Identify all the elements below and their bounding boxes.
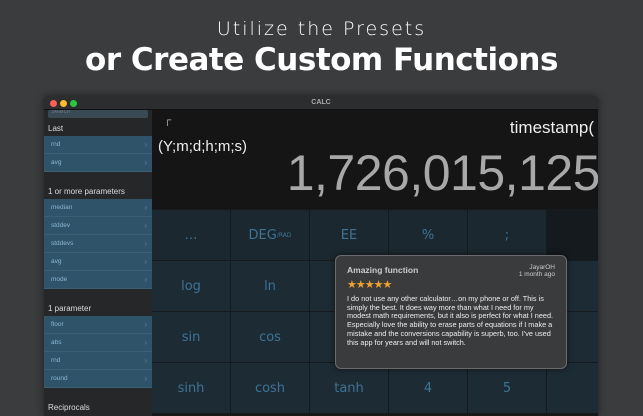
chevron-right-icon: ›	[144, 356, 147, 365]
keypad-row: sinh cosh tanh 4 5 6	[152, 362, 598, 413]
sidebar-item-label: rnd	[51, 357, 61, 364]
sidebar-item-stddev[interactable]: stddev ›	[44, 217, 152, 235]
sidebar-item-floor[interactable]: floor ›	[44, 316, 152, 334]
backspace-key[interactable]	[547, 210, 598, 260]
chevron-right-icon: ›	[144, 275, 147, 284]
sidebar-item-median[interactable]: median ›	[44, 199, 152, 217]
key-sin[interactable]: sin	[152, 312, 231, 362]
sidebar-section-header: Reciprocals	[48, 403, 90, 412]
sidebar-item-label: floor	[51, 321, 64, 328]
chevron-right-icon: ›	[144, 221, 147, 230]
chevron-right-icon: ›	[144, 239, 147, 248]
key-ln[interactable]: ln	[231, 261, 310, 311]
key-;[interactable]: ;	[468, 210, 547, 260]
bracket-marker: ┌	[164, 115, 172, 126]
review-card: Amazing function JayarOH 1 month ago ★★★…	[335, 255, 567, 369]
sidebar-item-label: stddev	[51, 222, 71, 229]
key-log[interactable]: log	[152, 261, 231, 311]
sidebar-item-round[interactable]: round ›	[44, 370, 152, 388]
sidebar-item-label: abs	[51, 339, 62, 346]
sidebar-item-mode[interactable]: mode ›	[44, 271, 152, 289]
chevron-right-icon: ›	[144, 140, 147, 149]
key-cos[interactable]: cos	[231, 312, 310, 362]
key-cosh[interactable]: cosh	[231, 363, 310, 413]
star-rating: ★★★★★	[347, 279, 392, 291]
key-tanh[interactable]: tanh	[310, 363, 389, 413]
chevron-right-icon: ›	[144, 374, 147, 383]
window-title: CALC	[311, 99, 331, 106]
key-label: sin	[181, 329, 201, 345]
key-label: cosh	[254, 380, 286, 396]
chevron-right-icon: ›	[144, 338, 147, 347]
key-5[interactable]: 5	[468, 363, 547, 413]
review-author: JayarOH	[529, 264, 555, 271]
title-bar: CALC	[44, 96, 598, 110]
sidebar-item-label: median	[51, 204, 73, 211]
key-DEG[interactable]: DEG/RAD	[231, 210, 310, 260]
sidebar-item-abs[interactable]: abs ›	[44, 334, 152, 352]
sidebar-item-label: avg	[51, 258, 62, 265]
sidebar-item-stddevs[interactable]: stddevs ›	[44, 235, 152, 253]
headline-line2: or Create Custom Functions	[85, 42, 558, 78]
key-label: EE	[340, 227, 358, 243]
key-%[interactable]: %	[389, 210, 468, 260]
key-4[interactable]: 4	[389, 363, 468, 413]
key-label: sinh	[177, 380, 205, 396]
result-value: 1,726,015,125	[286, 145, 598, 201]
key-label: tanh	[334, 380, 364, 396]
chevron-right-icon: ›	[144, 203, 147, 212]
keypad-row: … DEG/RAD EE%;	[152, 209, 598, 260]
search-input[interactable]: Search	[48, 110, 148, 118]
key-label: …	[184, 227, 198, 243]
key-…[interactable]: …	[152, 210, 231, 260]
key-label: 5	[502, 380, 512, 396]
sidebar: Search Last rnd › avg › 1 or more parameters m…	[44, 110, 152, 416]
sidebar-item-label: mode	[51, 276, 68, 283]
chevron-right-icon: ›	[144, 257, 147, 266]
key-EE[interactable]: EE	[310, 210, 389, 260]
sidebar-section-header: Last	[48, 124, 64, 133]
key-6[interactable]: 6	[547, 363, 598, 413]
chevron-right-icon: ›	[144, 158, 147, 167]
key-label: ln	[264, 278, 276, 294]
parameter-hint: (Y;m;d;h;m;s)	[158, 138, 248, 155]
chevron-right-icon: ›	[144, 320, 147, 329]
key-sinh[interactable]: sinh	[152, 363, 231, 413]
key-label: ;	[504, 227, 510, 243]
sidebar-section-header: 1 parameter	[48, 304, 92, 313]
sidebar-item-label: round	[51, 375, 68, 382]
function-expression: timestamp(	[509, 118, 594, 137]
sidebar-item-label: avg	[51, 159, 62, 166]
review-body: I do not use any other calculator…on my …	[347, 294, 554, 347]
sidebar-item-label: stddevs	[51, 240, 74, 247]
headline-line1: Utilize the Presets	[216, 18, 427, 40]
key-label: 4	[423, 380, 433, 396]
key-label: log	[181, 278, 201, 294]
key-label: DEG	[248, 227, 277, 243]
sidebar-item-avg[interactable]: avg ›	[44, 253, 152, 271]
sidebar-section-header: 1 or more parameters	[48, 187, 125, 196]
review-date: 1 month ago	[518, 271, 555, 278]
key-label: %	[421, 227, 435, 243]
sidebar-item-avg[interactable]: avg ›	[44, 154, 152, 172]
sidebar-item-rnd[interactable]: rnd ›	[44, 352, 152, 370]
key-sublabel: /RAD	[276, 231, 292, 239]
display: ┌ timestamp( (Y;m;d;h;m;s) 1,726,015,125	[152, 110, 598, 209]
sidebar-item-label: rnd	[51, 141, 61, 148]
key-label: cos	[259, 329, 281, 345]
sidebar-item-rnd[interactable]: rnd ›	[44, 136, 152, 154]
